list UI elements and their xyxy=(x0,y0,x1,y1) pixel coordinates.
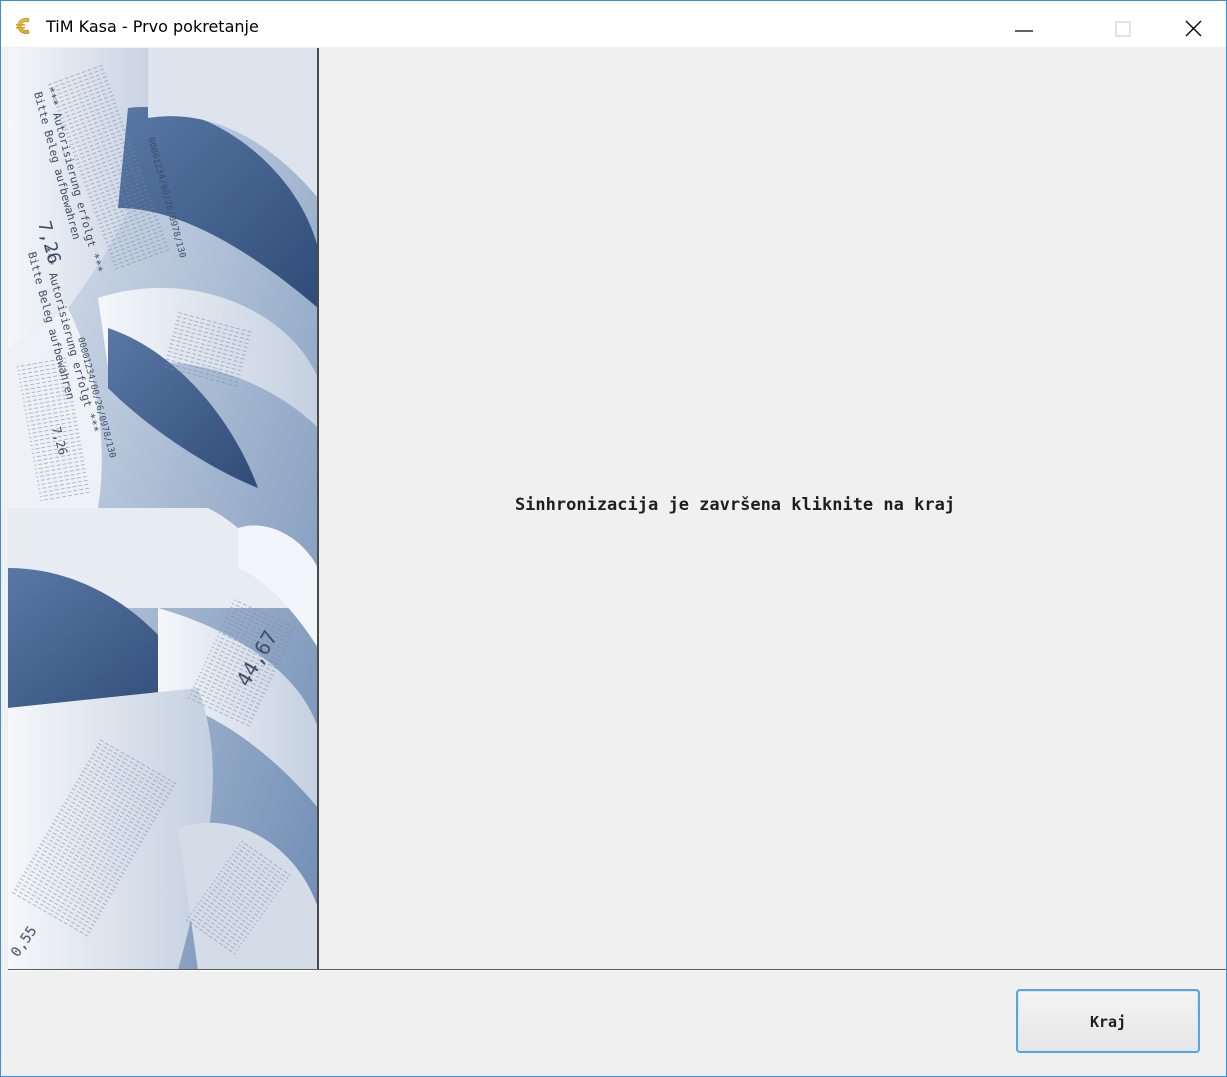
close-button[interactable] xyxy=(1158,1,1226,47)
main-content: Sinhronizacija je završena kliknite na k… xyxy=(319,48,1226,970)
receipt-rolls-image: *** Autorisierung erfolgt *** Bitte Bele… xyxy=(8,48,318,970)
kraj-button[interactable]: Kraj xyxy=(1016,989,1200,1053)
title-bar[interactable]: TiM Kasa - Prvo pokretanje xyxy=(1,1,1226,47)
sync-complete-message: Sinhronizacija je završena kliknite na k… xyxy=(514,495,956,515)
maximize-button[interactable] xyxy=(1088,1,1156,47)
maximize-icon xyxy=(1115,21,1131,37)
minimize-icon xyxy=(1015,30,1033,32)
window-title: TiM Kasa - Prvo pokretanje xyxy=(46,17,259,36)
kraj-button-label: Kraj xyxy=(1089,1013,1127,1031)
minimize-button[interactable] xyxy=(991,1,1059,47)
window-left-edge xyxy=(1,48,8,1076)
euro-coin-icon xyxy=(13,15,35,37)
close-icon xyxy=(1185,20,1202,37)
app-window: TiM Kasa - Prvo pokretanje *** Autorisie… xyxy=(0,0,1227,1077)
